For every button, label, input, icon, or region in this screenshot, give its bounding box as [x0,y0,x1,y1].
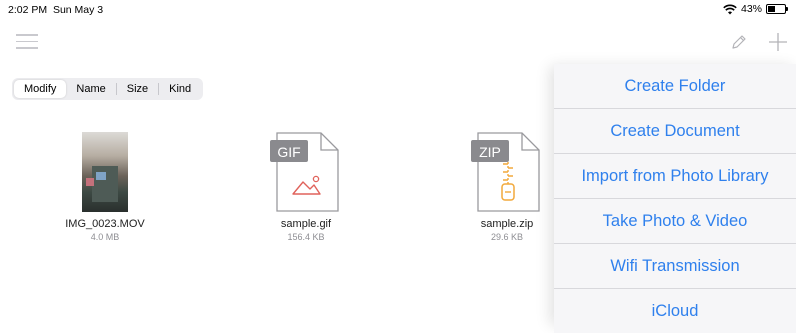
file-item-sample-gif[interactable]: GIF sample.gif 156.4 KB [246,132,366,242]
file-size: 156.4 KB [287,232,325,242]
video-thumbnail [82,132,128,212]
navigation-bar [0,22,796,64]
menu-item-wifi-transmission[interactable]: Wifi Transmission [554,244,796,289]
wifi-icon [723,4,737,14]
file-size: 29.6 KB [490,232,524,242]
zip-file-icon: ZIP [471,132,540,212]
pencil-icon[interactable] [729,32,749,52]
gif-file-icon: GIF [270,132,339,212]
hamburger-menu-icon[interactable] [16,34,38,50]
zip-badge-text: ZIP [479,144,501,160]
sort-tab-name[interactable]: Name [66,80,115,98]
status-time-date: 2:02 PM Sun May 3 [8,4,103,16]
battery-percent: 43% [740,3,762,15]
file-item-img-0023[interactable]: IMG_0023.MOV 4.0 MB [45,132,165,242]
gif-badge-text: GIF [277,144,300,160]
status-bar: 2:02 PM Sun May 3 43% [0,0,796,22]
file-size: 4.0 MB [90,232,120,242]
battery-fill [768,6,775,12]
menu-item-create-folder[interactable]: Create Folder [554,64,796,109]
menu-item-take-photo-video[interactable]: Take Photo & Video [554,199,796,244]
sort-tab-size[interactable]: Size [117,80,158,98]
battery-icon [766,4,788,14]
status-time: 2:02 PM [8,4,48,16]
sort-tab-kind[interactable]: Kind [159,80,201,98]
file-item-sample-zip[interactable]: ZIP sample.zip 29.6 KB [447,132,567,242]
file-name: sample.zip [480,218,534,230]
add-menu-popover: Create Folder Create Document Import fro… [554,64,796,333]
status-indicators: 43% [723,3,788,15]
sort-segmented-control: Modify Name Size Kind [12,78,204,100]
plus-icon[interactable] [766,30,790,54]
file-name: IMG_0023.MOV [65,218,145,230]
menu-item-icloud[interactable]: iCloud [554,289,796,333]
status-date: Sun May 3 [52,4,104,16]
menu-item-create-document[interactable]: Create Document [554,109,796,154]
menu-item-import-photo-library[interactable]: Import from Photo Library [554,154,796,199]
file-name: sample.gif [280,218,332,230]
sort-tab-modify[interactable]: Modify [14,80,67,98]
